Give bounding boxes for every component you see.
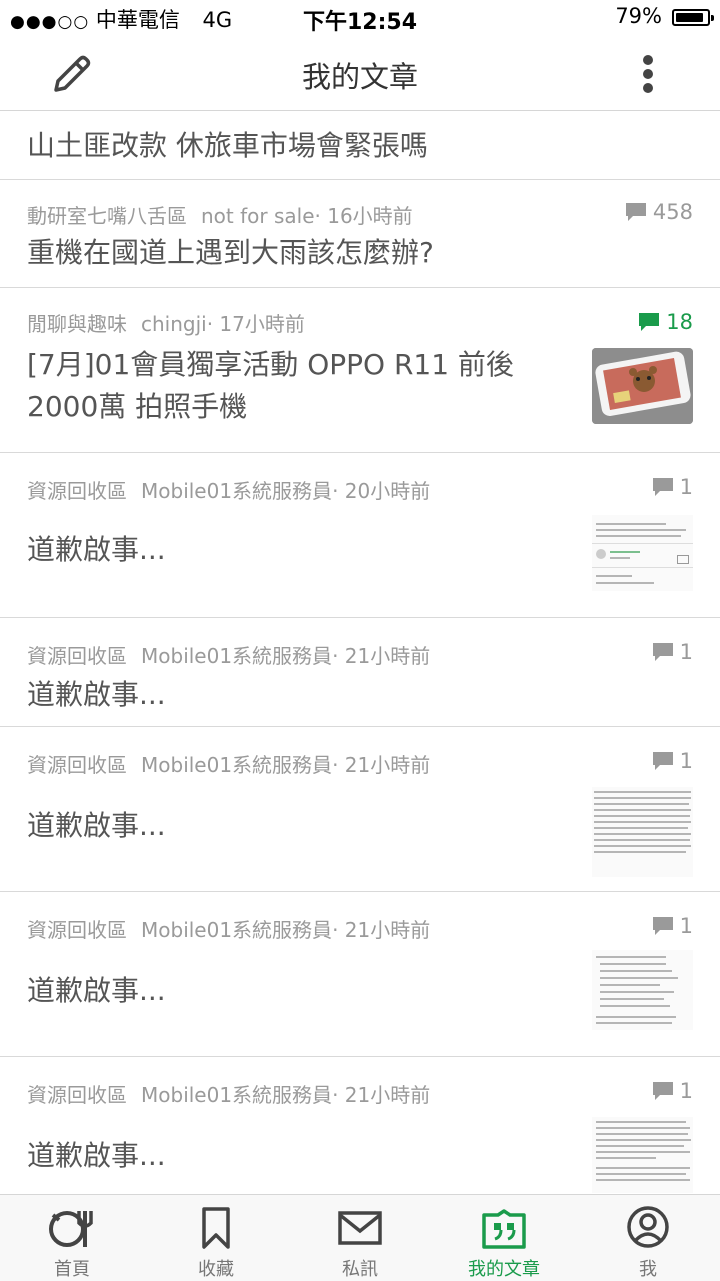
post-meta: 資源回收區 Mobile01系統服務員· 21小時前	[27, 749, 430, 778]
post-thumbnail	[592, 348, 693, 424]
battery-icon	[672, 9, 714, 26]
comment-icon	[625, 203, 646, 221]
post-forum: 資源回收區	[27, 753, 127, 777]
post-thumbnail	[592, 950, 693, 1030]
reply-count-value: 458	[652, 200, 693, 224]
tab-home[interactable]: 首頁	[0, 1195, 144, 1281]
reply-count: 1	[652, 749, 693, 773]
post-title-line: 2000萬 拍照手機	[27, 390, 248, 423]
post-title-line: [7月]01會員獨享活動 OPPO R11 前後	[27, 348, 514, 381]
tab-profile[interactable]: 我	[576, 1195, 720, 1281]
post-forum: 動研室七嘴八舌區	[27, 204, 187, 228]
tab-label: 首頁	[54, 1259, 90, 1280]
phone-photo-image	[592, 348, 693, 424]
post-meta: 資源回收區 Mobile01系統服務員· 21小時前	[27, 914, 430, 943]
comment-icon	[652, 643, 673, 661]
post-forum: 資源回收區	[27, 1083, 127, 1107]
post-meta: 資源回收區 Mobile01系統服務員· 20小時前	[27, 475, 430, 504]
comment-icon	[652, 478, 673, 496]
post-author: Mobile01系統服務員	[141, 644, 333, 668]
post-meta: 資源回收區 Mobile01系統服務員· 21小時前	[27, 1079, 430, 1108]
comment-icon	[639, 313, 660, 331]
post-title: 山土匪改款 休旅車市場會緊張嗎	[27, 129, 428, 162]
reply-count-value: 1	[679, 640, 693, 664]
reply-count-value: 1	[679, 1079, 693, 1103]
tab-bookmarks[interactable]: 收藏	[144, 1195, 288, 1281]
post-list[interactable]: 山土匪改款 休旅車市場會緊張嗎 動研室七嘴八舌區 not for sale· 16…	[0, 111, 720, 1194]
post-time: · 21小時前	[332, 1083, 431, 1107]
reply-count: 1	[652, 914, 693, 938]
post-meta: 資源回收區 Mobile01系統服務員· 21小時前	[27, 640, 430, 669]
tab-label: 我	[639, 1259, 657, 1280]
clock: 下午12:54	[302, 10, 418, 35]
reply-count-value: 1	[679, 914, 693, 938]
tab-label: 我的文章	[468, 1259, 540, 1280]
tab-messages[interactable]: 私訊	[288, 1195, 432, 1281]
post-title: [7月]01會員獨享活動 OPPO R11 前後 2000萬 拍照手機	[27, 344, 547, 428]
mail-icon	[338, 1211, 382, 1245]
tab-label: 私訊	[342, 1259, 378, 1280]
tab-bar: 首頁 收藏 私訊 我的文章 我	[0, 1194, 720, 1281]
post-author: Mobile01系統服務員	[141, 753, 333, 777]
reply-count: 458	[625, 200, 693, 224]
reply-count-value: 1	[679, 749, 693, 773]
post-meta: 動研室七嘴八舌區 not for sale· 16小時前	[27, 200, 413, 229]
list-item[interactable]: 閒聊與趣味 chingji· 17小時前 18 [7月]01會員獨享活動 OPPO…	[0, 288, 720, 453]
post-time: · 21小時前	[332, 918, 431, 942]
reply-count: 1	[652, 1079, 693, 1103]
post-title: 重機在國道上遇到大雨該怎麼辦?	[27, 236, 434, 269]
list-item[interactable]: 資源回收區 Mobile01系統服務員· 21小時前 1 道歉啟事...	[0, 1057, 720, 1194]
tab-my-posts[interactable]: 我的文章	[432, 1195, 576, 1281]
post-author: Mobile01系統服務員	[141, 918, 333, 942]
post-author: Mobile01系統服務員	[141, 479, 333, 503]
post-title: 道歉啟事...	[27, 678, 166, 711]
more-vertical-icon	[643, 55, 653, 93]
post-author: chingji	[141, 312, 207, 336]
comment-icon	[652, 1082, 673, 1100]
post-forum: 資源回收區	[27, 644, 127, 668]
nav-bar: 我的文章	[0, 36, 720, 111]
post-thumbnail	[592, 1117, 693, 1193]
home-icon	[49, 1211, 93, 1247]
post-title: 道歉啟事...	[27, 533, 166, 566]
comment-icon	[652, 917, 673, 935]
bookmark-icon	[202, 1207, 230, 1249]
reply-count-value: 18	[666, 310, 693, 334]
reply-count: 18	[638, 310, 693, 334]
status-bar: ●●●○○ 中華電信 4G 下午12:54 79%	[0, 0, 720, 36]
post-title: 道歉啟事...	[27, 1139, 166, 1172]
my-posts-icon	[482, 1209, 526, 1249]
post-time: · 17小時前	[206, 312, 305, 336]
post-time: · 21小時前	[332, 753, 431, 777]
list-item[interactable]: 資源回收區 Mobile01系統服務員· 21小時前 1 道歉啟事...	[0, 618, 720, 727]
reply-count-value: 1	[679, 475, 693, 499]
list-item[interactable]: 山土匪改款 休旅車市場會緊張嗎	[0, 111, 720, 180]
post-thumbnail	[592, 787, 693, 877]
post-time: · 21小時前	[332, 644, 431, 668]
page-title: 我的文章	[301, 60, 418, 94]
post-time: · 20小時前	[332, 479, 431, 503]
list-item[interactable]: 動研室七嘴八舌區 not for sale· 16小時前 458 重機在國道上遇到…	[0, 180, 720, 288]
post-forum: 資源回收區	[27, 479, 127, 503]
post-time: · 16小時前	[314, 204, 413, 228]
post-author: not for sale	[201, 204, 315, 228]
post-title: 道歉啟事...	[27, 809, 166, 842]
more-options-button[interactable]	[630, 50, 666, 98]
list-item[interactable]: 資源回收區 Mobile01系統服務員· 21小時前 1 道歉啟事...	[0, 727, 720, 892]
post-forum: 資源回收區	[27, 918, 127, 942]
post-meta: 閒聊與趣味 chingji· 17小時前	[27, 308, 305, 337]
tab-label: 收藏	[198, 1259, 234, 1280]
profile-icon	[627, 1206, 669, 1248]
reply-count: 1	[652, 640, 693, 664]
post-thumbnail	[592, 515, 693, 591]
battery-percent: 79%	[615, 4, 662, 28]
reply-count: 1	[652, 475, 693, 499]
list-item[interactable]: 資源回收區 Mobile01系統服務員· 20小時前 1 道歉啟事...	[0, 453, 720, 618]
list-item[interactable]: 資源回收區 Mobile01系統服務員· 21小時前 1 道歉啟事...	[0, 892, 720, 1057]
post-author: Mobile01系統服務員	[141, 1083, 333, 1107]
post-forum: 閒聊與趣味	[27, 312, 127, 336]
comment-icon	[652, 752, 673, 770]
post-title: 道歉啟事...	[27, 974, 166, 1007]
